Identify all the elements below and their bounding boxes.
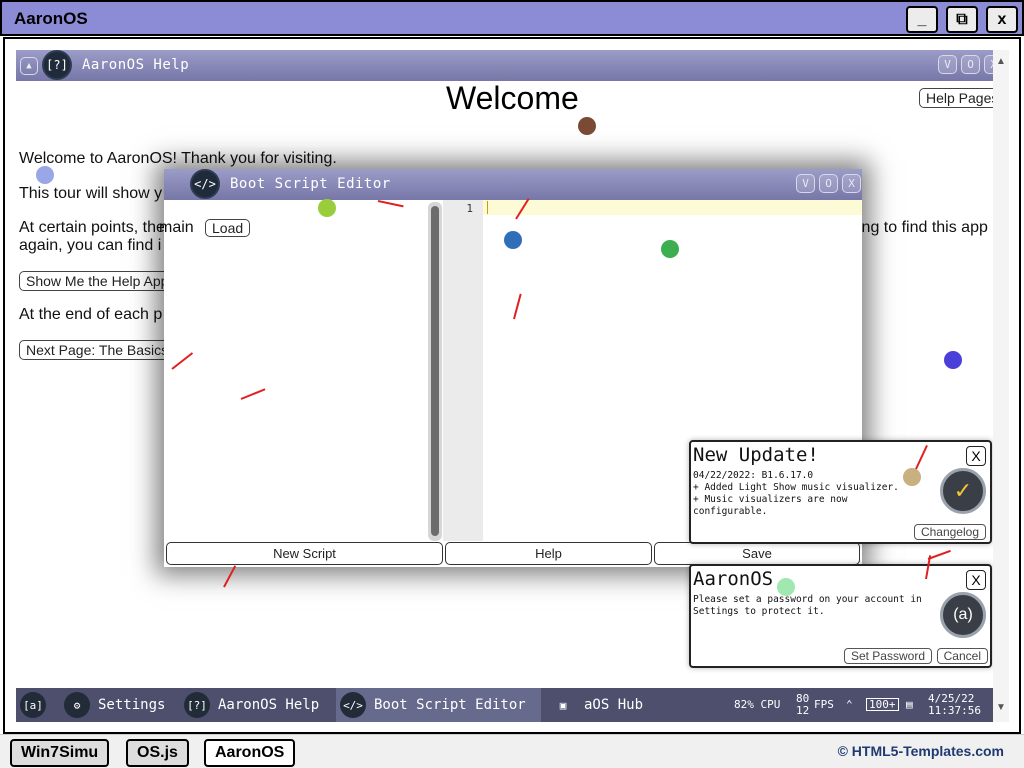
minimize-button[interactable]: _ [906, 6, 938, 33]
scroll-down-icon[interactable]: ▼ [996, 702, 1006, 713]
desktop-scrollbar[interactable]: ▲ ▼ [993, 50, 1009, 722]
help-icon: [?] [184, 692, 210, 718]
editor-maximize-button[interactable]: O [819, 174, 838, 193]
decor-dot [661, 240, 679, 258]
script-list[interactable] [164, 200, 430, 541]
credit-link[interactable]: © HTML5-Templates.com [838, 743, 1004, 759]
outer-title-bar: AaronOS _ ⧉ x [0, 0, 1024, 36]
update-close-button[interactable]: X [966, 446, 986, 466]
help-paragraph-5: At the end of each p [19, 306, 163, 323]
editor-minimize-button[interactable]: V [796, 174, 815, 193]
decor-dot [903, 468, 921, 486]
bottom-strip: Win7Simu OS.js AaronOS © HTML5-Templates… [0, 734, 1024, 768]
load-button[interactable]: Load [205, 219, 251, 237]
clock-date[interactable]: 4/25/22 [928, 693, 974, 704]
help-maximize-button[interactable]: O [961, 55, 980, 74]
fps-label[interactable]: FPS [814, 699, 834, 710]
outer-title: AaronOS [14, 9, 88, 28]
battery-indicator[interactable]: 100+ [866, 698, 899, 711]
code-icon: </> [190, 169, 220, 199]
taskbar-item-aos-hub[interactable]: ▣ aOS Hub [546, 688, 643, 722]
help-minimize-button[interactable]: V [938, 55, 957, 74]
hub-icon: ▣ [559, 698, 567, 712]
update-notification: New Update! X 04/22/2022: B1.6.17.0 + Ad… [689, 440, 992, 544]
restore-button[interactable]: ⧉ [946, 6, 978, 33]
editor-help-button[interactable]: Help [445, 542, 652, 565]
taskbar-item-help[interactable]: [?] AaronOS Help [180, 688, 319, 722]
code-icon: </> [340, 692, 366, 718]
save-button[interactable]: Save [654, 542, 860, 565]
update-body: 04/22/2022: B1.6.17.0 + Added Light Show… [693, 470, 899, 517]
fps-top: 80 [796, 692, 810, 705]
gear-icon: ⚙ [64, 692, 90, 718]
help-paragraph-3-tail: ing to find this app [858, 219, 988, 236]
password-notification: AaronOS X Please set a password on your … [689, 564, 992, 668]
line-gutter: 1 [443, 200, 483, 541]
cpu-indicator[interactable]: 82% CPU [734, 699, 780, 710]
close-button[interactable]: x [986, 6, 1018, 33]
set-password-button[interactable]: Set Password [843, 648, 932, 664]
decor-dot [504, 231, 522, 249]
password-body: Please set a password on your account in… [693, 594, 922, 617]
line-number: 1 [466, 202, 473, 215]
help-pages-button[interactable]: Help Pages [919, 88, 993, 108]
taskbar-item-label: Boot Script Editor [374, 697, 526, 713]
decor-line [223, 565, 237, 588]
cancel-button[interactable]: Cancel [936, 648, 988, 664]
decor-dot [944, 351, 962, 369]
fps-bottom: 12 [796, 704, 810, 717]
desktop: ▲ [?] AaronOS Help V O X Welcome Help Pa… [16, 50, 993, 688]
next-page-button[interactable]: Next Page: The Basics [19, 340, 176, 360]
editor-close-button[interactable]: X [842, 174, 861, 193]
wifi-icon[interactable]: ⌃ [846, 699, 853, 710]
script-list-scrollbar[interactable] [428, 202, 442, 541]
aaronos-link[interactable]: AaronOS [204, 739, 296, 767]
clock-time[interactable]: 11:37:56 [928, 705, 981, 716]
osjs-link[interactable]: OS.js [126, 739, 189, 767]
help-window-title: AaronOS Help [82, 57, 190, 73]
editor-titlebar[interactable]: </> Boot Script Editor V O X [164, 169, 862, 200]
decor-dot [777, 578, 795, 596]
taskbar-item-label: aOS Hub [584, 697, 644, 713]
collapse-icon[interactable]: ▲ [20, 57, 38, 75]
password-title: AaronOS [693, 568, 774, 590]
help-window-titlebar[interactable]: ▲ [?] AaronOS Help V O X [16, 50, 993, 81]
start-button[interactable]: [a] [16, 688, 54, 722]
help-paragraph-2: This tour will show y [19, 185, 163, 202]
taskbar-item-label: Settings [98, 697, 166, 713]
update-title: New Update! [693, 444, 819, 466]
taskbar: [a] ⚙ Settings [?] AaronOS Help </> Boot… [16, 688, 993, 722]
password-close-button[interactable]: X [966, 570, 986, 590]
changelog-button[interactable]: Changelog [913, 524, 986, 540]
active-line-highlight [483, 200, 862, 215]
help-paragraph-4: again, you can find i [19, 237, 162, 254]
help-paragraph-3: At certain points, the [19, 219, 165, 236]
new-script-button[interactable]: New Script [166, 542, 443, 565]
update-check-icon: ✓ [940, 468, 986, 514]
main-label: main [159, 219, 194, 236]
page-title: Welcome [446, 80, 579, 116]
scrollbar-thumb[interactable] [431, 206, 439, 536]
win7simu-link[interactable]: Win7Simu [10, 739, 110, 767]
decor-dot [36, 166, 54, 184]
decor-dot [318, 199, 336, 217]
text-caret [487, 201, 488, 214]
taskbar-item-label: AaronOS Help [218, 697, 320, 713]
help-close-button[interactable]: X [984, 55, 993, 74]
scroll-up-icon[interactable]: ▲ [996, 56, 1006, 67]
help-icon: [?] [42, 50, 72, 80]
show-me-help-app-button[interactable]: Show Me the Help App [19, 271, 176, 291]
notifications-icon[interactable]: ▤ [906, 699, 913, 710]
editor-title: Boot Script Editor [230, 176, 391, 192]
taskbar-item-settings[interactable]: ⚙ Settings [60, 688, 165, 722]
help-paragraph-1: Welcome to AaronOS! Thank you for visiti… [19, 150, 337, 167]
decor-dot [578, 117, 596, 135]
aaronos-logo-icon: (a) [940, 592, 986, 638]
taskbar-item-boot-script-editor[interactable]: </> Boot Script Editor [336, 688, 541, 722]
aaronos-start-icon: [a] [20, 692, 46, 718]
